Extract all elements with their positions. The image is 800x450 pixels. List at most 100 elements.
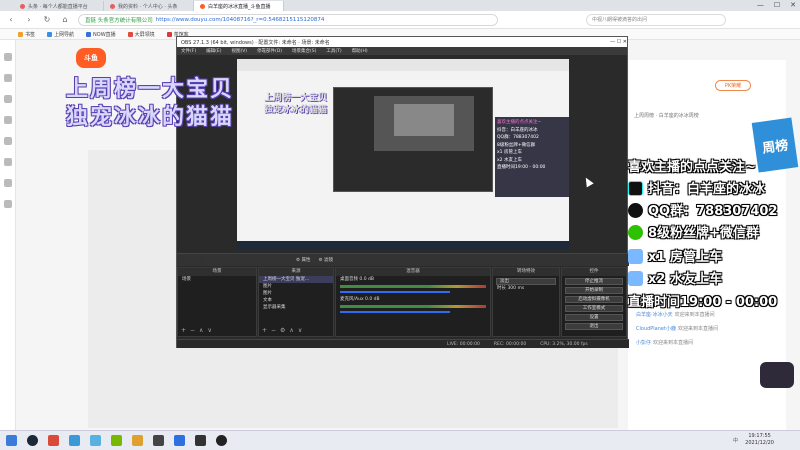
- settings-button[interactable]: 设置: [565, 314, 623, 321]
- browser-tab-2[interactable]: 我的资料 · 个人中心 · 头条: [104, 1, 194, 11]
- favicon-icon: [200, 3, 205, 9]
- studio-mode-button[interactable]: 工作室模式: [565, 305, 623, 312]
- home-icon[interactable]: ⌂: [60, 15, 70, 24]
- promo-fans: 8级粉丝牌+微信群: [628, 222, 759, 241]
- sidebar-icon[interactable]: [3, 53, 12, 61]
- scene-item[interactable]: 场景: [178, 276, 256, 283]
- app-icon[interactable]: [69, 435, 80, 446]
- mixer-channel-label: 麦克风/Aux 0.0 dB: [340, 297, 380, 302]
- app-icon[interactable]: [48, 435, 59, 446]
- scene-tools[interactable]: +−∧∨: [181, 327, 216, 334]
- preview-browser-chrome: [237, 59, 569, 71]
- url-input[interactable]: 直链 头条官方统计有限公司 https://www.douyu.com/1040…: [78, 13, 498, 26]
- bookmark-item[interactable]: NOW直播: [86, 31, 116, 38]
- pk-badge[interactable]: PK荣耀: [715, 80, 751, 91]
- promo-friend: x2 水友上车: [628, 268, 722, 287]
- sidebar-icon[interactable]: [3, 116, 12, 124]
- chat-message: 白羊座·冰冰小天 欢迎来到本直播间: [636, 312, 715, 318]
- bookmark-item[interactable]: 书签: [18, 31, 35, 38]
- sidebar-icon[interactable]: [3, 95, 12, 103]
- app-icon[interactable]: [153, 435, 164, 446]
- app-icon[interactable]: [195, 435, 206, 446]
- dock-title: 控件: [562, 268, 626, 276]
- volume-slider[interactable]: [340, 291, 450, 293]
- source-tools[interactable]: +−⚙∧∨: [262, 327, 306, 334]
- minimize-icon[interactable]: —: [757, 1, 764, 9]
- bookmark-icon: [47, 31, 53, 37]
- start-recording-button[interactable]: 开始录制: [565, 287, 623, 294]
- back-icon[interactable]: ‹: [6, 15, 16, 24]
- car-icon: [628, 249, 643, 264]
- promo-douyin: 抖音：白羊座的冰冰: [628, 178, 765, 197]
- qq-icon: [628, 203, 643, 218]
- mixer-channel-label: 桌面音频 0.0 dB: [340, 277, 374, 282]
- obs-icon[interactable]: [216, 435, 227, 446]
- browser-tab-1[interactable]: 头条 · 每个人都能直播平台: [14, 1, 104, 11]
- virtual-camera-button[interactable]: 启动虚拟摄像机: [565, 296, 623, 303]
- sidebar-icon[interactable]: [3, 158, 12, 166]
- bookmark-item[interactable]: 上网导航: [47, 31, 74, 38]
- scenes-dock: 场景 场景 +−∧∨: [177, 267, 257, 337]
- forward-icon[interactable]: ›: [24, 15, 34, 24]
- maximize-icon[interactable]: ☐: [774, 1, 780, 9]
- favicon-icon: [20, 3, 25, 9]
- obs-menu-item[interactable]: 工具(T): [326, 48, 341, 54]
- obs-preview[interactable]: 喜欢主播的点点关注~ 抖音：白羊座的冰冰 QQ群：788307402 8级粉丝牌…: [237, 59, 569, 249]
- sidebar-icon[interactable]: [3, 74, 12, 82]
- source-item[interactable]: 文本: [259, 297, 333, 304]
- source-item[interactable]: 显示器采集: [259, 304, 333, 311]
- obs-menu-item[interactable]: 编辑(E): [206, 48, 221, 54]
- sidebar-icon[interactable]: [3, 137, 12, 145]
- obs-menu-item[interactable]: 帮助(H): [352, 48, 368, 54]
- chat-message: CloudPlanet小鹿 欢迎来到本直播间: [636, 326, 718, 332]
- cpu-status: CPU: 3.2%, 30.00 fps: [540, 341, 588, 347]
- obs-menu-item[interactable]: 停靠部件(D): [257, 48, 282, 54]
- filters-button[interactable]: ⚙ 滤镜: [318, 257, 332, 263]
- favicon-icon: [110, 3, 115, 9]
- obs-menu-item[interactable]: 视图(V): [231, 48, 247, 54]
- live-status: LIVE: 00:00:00: [447, 341, 480, 347]
- nvidia-icon[interactable]: [111, 435, 122, 446]
- sidebar-icon[interactable]: [3, 200, 12, 208]
- sidebar-icon[interactable]: [3, 179, 12, 187]
- audio-meter: [340, 305, 486, 308]
- taskbar-clock[interactable]: 19:17:55 2021/12/20: [745, 433, 774, 447]
- mixer-dock: 混音器 桌面音频 0.0 dB 麦克风/Aux 0.0 dB: [335, 267, 491, 337]
- obs-title: OBS 27.1.3 (64 bit, windows) · 配置文件: 未命名…: [181, 39, 330, 46]
- search-input[interactable]: 中视八朗得被滴答的出问: [586, 13, 726, 26]
- app-icon[interactable]: [174, 435, 185, 446]
- douyin-icon: [628, 181, 643, 196]
- close-icon[interactable]: ✕: [790, 1, 796, 9]
- obs-window-controls[interactable]: — ☐ ✕: [610, 39, 627, 45]
- window-controls: — ☐ ✕: [757, 1, 796, 9]
- transition-select[interactable]: 淡出: [496, 278, 556, 285]
- star-icon: [18, 31, 23, 37]
- sources-dock: 来源 上周榜一大宝贝 独宠... 图片 图片 文本 显示器采集 +−⚙∧∨: [258, 267, 334, 337]
- properties-button[interactable]: ⚙ 属性: [296, 257, 310, 263]
- windows-start-icon[interactable]: [6, 435, 17, 446]
- preview-taskbar: [237, 241, 569, 249]
- stop-streaming-button[interactable]: 停止推流: [565, 278, 623, 285]
- exit-button[interactable]: 退出: [565, 323, 623, 330]
- volume-slider[interactable]: [340, 311, 450, 313]
- windows-taskbar: [0, 430, 800, 450]
- source-item[interactable]: 图片: [259, 283, 333, 290]
- refresh-icon[interactable]: ↻: [42, 15, 52, 24]
- steam-icon[interactable]: [27, 435, 38, 446]
- duration-input[interactable]: 300 ms: [507, 286, 524, 291]
- browser-tab-3[interactable]: 白羊座的冰冰直播_斗鱼直播: [194, 1, 284, 11]
- app-icon[interactable]: [90, 435, 101, 446]
- preview-nested-obs: [333, 87, 493, 192]
- source-item[interactable]: 上周榜一大宝贝 独宠...: [259, 276, 333, 283]
- browser-tabbar: 头条 · 每个人都能直播平台 我的资料 · 个人中心 · 头条 白羊座的冰冰直播…: [0, 0, 800, 11]
- rank-header: 上周周榜 · 白羊座的冰冰周榜: [634, 113, 699, 119]
- app-icon[interactable]: [132, 435, 143, 446]
- rec-status: REC: 00:00:00: [493, 341, 527, 347]
- douyu-logo[interactable]: 斗鱼: [76, 48, 106, 68]
- promo-live-time: 直播时间19:00 - 00:00: [628, 295, 778, 310]
- input-language[interactable]: 中: [733, 437, 738, 444]
- obs-menu-item[interactable]: 文件(F): [181, 48, 196, 54]
- bookmark-item[interactable]: 大屏领境: [127, 31, 155, 38]
- source-item[interactable]: 图片: [259, 290, 333, 297]
- obs-menu-item[interactable]: 场景集合(S): [292, 48, 316, 54]
